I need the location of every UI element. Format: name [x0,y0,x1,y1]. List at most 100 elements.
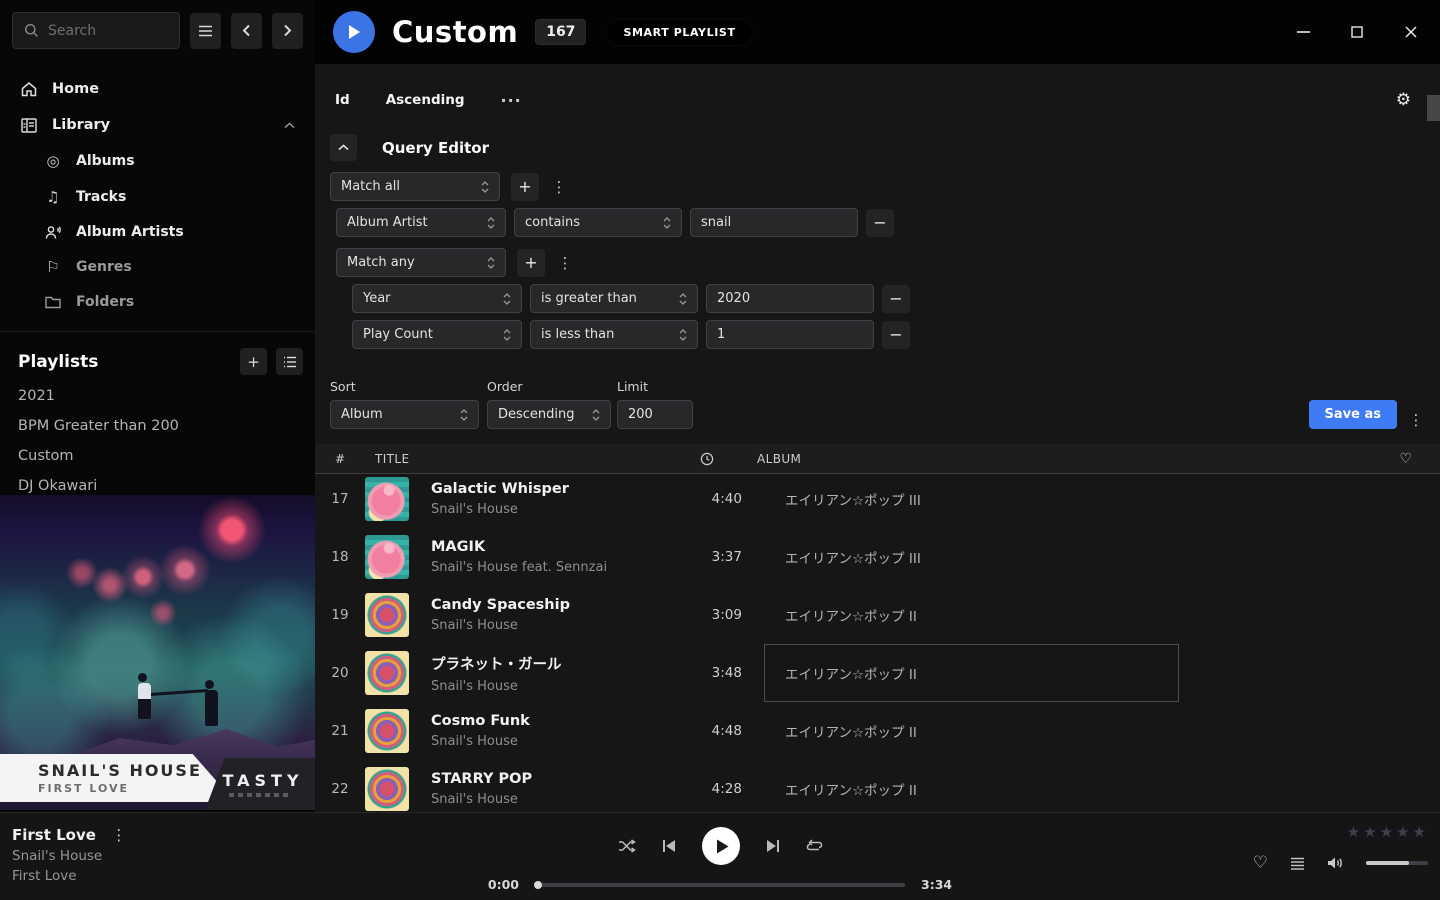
sidebar-item-tracks[interactable]: ♫ Tracks [24,179,315,215]
match-type-select[interactable]: Match all [330,172,500,201]
playlist-item-custom[interactable]: Custom [0,441,315,471]
menu-button[interactable] [190,13,221,49]
window-close-button[interactable] [1396,17,1426,47]
column-header-index[interactable]: # [315,452,365,466]
duration-clock-icon[interactable] [654,452,714,466]
query-editor-collapse-button[interactable] [330,134,357,161]
next-track-button[interactable] [766,839,780,853]
track-album-art [365,593,409,637]
seek-slider[interactable] [535,883,905,887]
rule-value-input[interactable]: 2020 [706,284,874,313]
rule-field-select[interactable]: Play Count [352,320,522,349]
playlist-item-2021[interactable]: 2021 [0,381,315,411]
rule-operator-select[interactable]: contains [514,208,682,237]
rule-operator-select[interactable]: is greater than [530,284,698,313]
group-options-icon[interactable]: ⋮ [550,178,568,196]
limit-input[interactable]: 200 [617,400,693,429]
volume-icon[interactable] [1327,856,1344,870]
track-title: Cosmo Funk [431,713,682,729]
column-header-album[interactable]: ALBUM [746,452,1151,466]
sidebar-item-label: Genres [76,259,132,275]
album-art-label: TASTY [216,771,303,790]
star-icon[interactable]: ★ [1363,823,1376,841]
search-box[interactable] [12,12,180,49]
gear-icon[interactable]: ⚙ [1396,90,1425,110]
track-duration: 3:48 [682,665,742,681]
playlist-item-bpm[interactable]: BPM Greater than 200 [0,411,315,441]
volume-slider[interactable] [1366,861,1428,865]
track-row[interactable]: 17 Galactic Whisper Snail's House 4:40 エ… [315,474,1440,528]
sort-select[interactable]: Album [330,400,479,429]
sidebar-item-home[interactable]: Home [0,71,315,107]
track-album[interactable]: エイリアン☆ポップ II [774,702,1179,760]
page-header: Custom 167 SMART PLAYLIST [315,0,1440,64]
previous-track-button[interactable] [662,839,676,853]
remove-rule-button[interactable]: − [866,209,894,237]
window-maximize-button[interactable] [1342,17,1372,47]
order-select[interactable]: Descending [487,400,611,429]
star-icon[interactable]: ★ [1347,823,1360,841]
sidebar-item-folders[interactable]: Folders [24,285,315,319]
rule-value-input[interactable]: 1 [706,320,874,349]
track-row[interactable]: 20 プラネット・ガール Snail's House 3:48 エイリアン☆ポッ… [315,644,1440,702]
favorite-heart-icon[interactable]: ♡ [1151,451,1440,467]
star-icon[interactable]: ★ [1413,823,1426,841]
search-input[interactable] [48,23,158,39]
sidebar-item-library[interactable]: Library [0,107,315,143]
scrollbar-thumb[interactable] [1427,95,1440,121]
rule-field-select[interactable]: Year [352,284,522,313]
album-art-label-subtext-decoration [229,793,291,797]
track-row[interactable]: 21 Cosmo Funk Snail's House 4:48 エイリアン☆ポ… [315,702,1440,760]
now-playing-title[interactable]: First Love [12,826,96,844]
group-options-icon[interactable]: ⋮ [556,254,574,272]
sort-direction-button[interactable]: Ascending [386,92,465,108]
track-row[interactable]: 18 MAGIK Snail's House feat. Sennzai 3:3… [315,528,1440,586]
rule-value-input[interactable]: snail [690,208,858,237]
star-icon[interactable]: ★ [1380,823,1393,841]
star-icon[interactable]: ★ [1396,823,1409,841]
play-playlist-button[interactable] [333,11,375,53]
rule-operator-select[interactable]: is less than [530,320,698,349]
more-options-icon[interactable]: ··· [501,91,522,110]
track-album[interactable]: エイリアン☆ポップ II [774,760,1179,818]
save-as-button[interactable]: Save as [1309,400,1397,429]
chevron-up-icon[interactable] [284,122,295,129]
add-playlist-button[interactable]: + [240,348,267,375]
shuffle-button[interactable] [618,839,636,853]
remove-rule-button[interactable]: − [882,285,910,313]
nav-back-button[interactable] [231,13,262,49]
queue-icon[interactable] [1290,857,1305,870]
nav-forward-button[interactable] [272,13,303,49]
save-options-icon[interactable]: ⋮ [1407,411,1425,429]
add-rule-button[interactable]: + [517,249,545,277]
seek-handle[interactable] [534,881,542,889]
track-album-focused[interactable]: エイリアン☆ポップ II [764,644,1179,702]
sidebar-item-album-artists[interactable]: Album Artists [24,215,315,249]
playlist-list-button[interactable] [276,348,303,375]
track-album[interactable]: エイリアン☆ポップ III [774,528,1179,586]
favorite-heart-icon[interactable]: ♡ [1253,853,1268,873]
track-album[interactable]: エイリアン☆ポップ III [774,474,1179,528]
track-row[interactable]: 19 Candy Spaceship Snail's House 3:09 エイ… [315,586,1440,644]
sort-field-button[interactable]: Id [335,92,350,108]
sidebar-item-genres[interactable]: ⚐ Genres [24,249,315,285]
track-row[interactable]: 22 STARRY POP Snail's House 4:28 エイリアン☆ポ… [315,760,1440,818]
now-playing-album-art[interactable]: SNAIL'S HOUSE FIRST LOVE TASTY [0,495,315,810]
rule-field-select[interactable]: Album Artist [336,208,506,237]
track-album[interactable]: エイリアン☆ポップ II [774,586,1179,644]
window-minimize-button[interactable] [1288,17,1318,47]
artist-icon [44,225,62,240]
now-playing-artist[interactable]: Snail's House [12,848,330,864]
play-pause-button[interactable] [702,827,740,865]
match-type-select[interactable]: Match any [336,248,506,277]
art-figure-left [138,673,151,719]
repeat-button[interactable] [806,839,823,853]
column-header-title[interactable]: TITLE [365,452,654,466]
add-rule-button[interactable]: + [511,173,539,201]
rating-stars[interactable]: ★★★★★ [1347,823,1426,841]
remove-rule-button[interactable]: − [882,321,910,349]
now-playing-options-icon[interactable]: ⋮ [110,826,128,844]
flag-icon: ⚐ [44,258,62,276]
now-playing-album[interactable]: First Love [12,868,330,884]
sidebar-item-albums[interactable]: ◎ Albums [24,143,315,179]
